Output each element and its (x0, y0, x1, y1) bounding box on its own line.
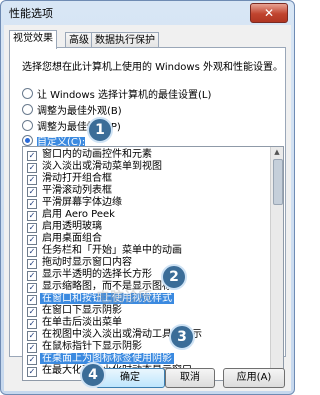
close-button[interactable]: ✕ (250, 3, 288, 23)
dialog-client-area: 视觉效果 高级 数据执行保护 选择您想在此计算机上使用的 Windows 外观和… (4, 25, 291, 391)
step-badge-4: 4 (80, 362, 106, 388)
list-item-highlighted[interactable]: ✓ 在桌面上为图标标签使用阴影 (23, 353, 268, 365)
checkbox[interactable]: ✓ (27, 235, 37, 245)
list-item[interactable]: ✓ 平滑滚动列表框 (23, 185, 268, 197)
list-item[interactable]: ✓ 启用 Aero Peek (23, 209, 268, 221)
checkbox[interactable]: ✓ (27, 247, 37, 257)
list-item[interactable]: ✓ 在视图中淡入淡出或滑动工具条提示 (23, 329, 268, 341)
radio-button-selected[interactable] (22, 135, 33, 146)
list-item[interactable]: ✓ 滑动打开组合框 (23, 173, 268, 185)
radio-let-windows-choose[interactable]: 让 Windows 选择计算机的最佳设置(L) (22, 86, 211, 101)
checkbox[interactable]: ✓ (27, 343, 37, 353)
step-badge-3: 3 (169, 324, 195, 350)
checkbox[interactable]: ✓ (27, 151, 37, 161)
list-item[interactable]: ✓ 淡入淡出或滑动菜单到视图 (23, 161, 268, 173)
list-item[interactable]: ✓ 窗口内的动画控件和元素 (23, 149, 268, 161)
list-item[interactable]: ✓ 拖动时显示窗口内容 (23, 257, 268, 269)
radio-best-appearance[interactable]: 调整为最佳外观(B) (22, 102, 122, 117)
checkbox[interactable]: ✓ (27, 223, 37, 233)
list-item[interactable]: ✓ 启用透明玻璃 (23, 221, 268, 233)
radio-button[interactable] (22, 104, 33, 115)
list-item[interactable]: ✓ 在鼠标指针下显示阴影 (23, 341, 268, 353)
apply-button[interactable]: 应用(A) (223, 368, 285, 388)
list-item[interactable]: ✓ 在单击后淡出菜单 (23, 317, 268, 329)
radio-label: 调整为最佳外观(B) (37, 106, 122, 117)
visual-effects-panel: 选择您想在此计算机上使用的 Windows 外观和性能设置。 让 Windows… (9, 47, 286, 381)
list-item[interactable]: ✓ 任务栏和「开始」菜单中的动画 (23, 245, 268, 257)
list-scrollbar[interactable]: ▲ ▼ (270, 147, 283, 380)
list-item[interactable]: ✓ 平滑屏幕字体边缘 (23, 197, 268, 209)
checkbox[interactable]: ✓ (27, 367, 37, 377)
checkbox[interactable]: ✓ (27, 259, 37, 269)
tab-data-execution-prevention[interactable]: 数据执行保护 (91, 32, 159, 48)
list-item[interactable]: ✓ 启用桌面组合 (23, 233, 268, 245)
effects-checklist[interactable]: ✓ 窗口内的动画控件和元素 ✓ 淡入淡出或滑动菜单到视图 ✓ 滑动打开组合框 ✓ 平滑滚… (22, 146, 284, 381)
checkbox[interactable]: ✓ (27, 283, 37, 293)
panel-description: 选择您想在此计算机上使用的 Windows 外观和性能设置。 (22, 62, 283, 73)
radio-label: 让 Windows 选择计算机的最佳设置(L) (37, 90, 212, 101)
scroll-up-arrow-icon[interactable]: ▲ (273, 148, 281, 156)
checkbox[interactable]: ✓ (27, 295, 37, 305)
checkbox[interactable]: ✓ (27, 307, 37, 317)
checkbox[interactable]: ✓ (27, 199, 37, 209)
window-title: 性能选项 (9, 7, 53, 20)
checkbox[interactable]: ✓ (27, 355, 37, 365)
watermark-text: 电脑诊所 (96, 290, 152, 306)
step-badge-1: 1 (87, 117, 113, 143)
checkbox[interactable]: ✓ (27, 319, 37, 329)
scrollbar-thumb[interactable] (273, 159, 283, 205)
checkbox[interactable]: ✓ (27, 163, 37, 173)
checkbox[interactable]: ✓ (27, 331, 37, 341)
checkbox[interactable]: ✓ (27, 175, 37, 185)
checkbox[interactable]: ✓ (27, 211, 37, 221)
checkbox[interactable]: ✓ (27, 271, 37, 281)
cancel-button[interactable]: 取消 (165, 368, 215, 388)
tab-visual-effects[interactable]: 视觉效果 (9, 30, 57, 49)
radio-button[interactable] (22, 120, 33, 131)
radio-button[interactable] (22, 88, 33, 99)
step-badge-2: 2 (161, 264, 187, 290)
title-bar: 性能选项 ✕ (1, 1, 294, 25)
list-item[interactable]: ✓ 显示半透明的选择长方形 (23, 269, 268, 281)
tab-advanced[interactable]: 高级 (65, 32, 93, 48)
checkbox[interactable]: ✓ (27, 187, 37, 197)
performance-options-window: 性能选项 ✕ 视觉效果 高级 数据执行保护 选择您想在此计算机上使用的 Wind… (0, 0, 295, 395)
